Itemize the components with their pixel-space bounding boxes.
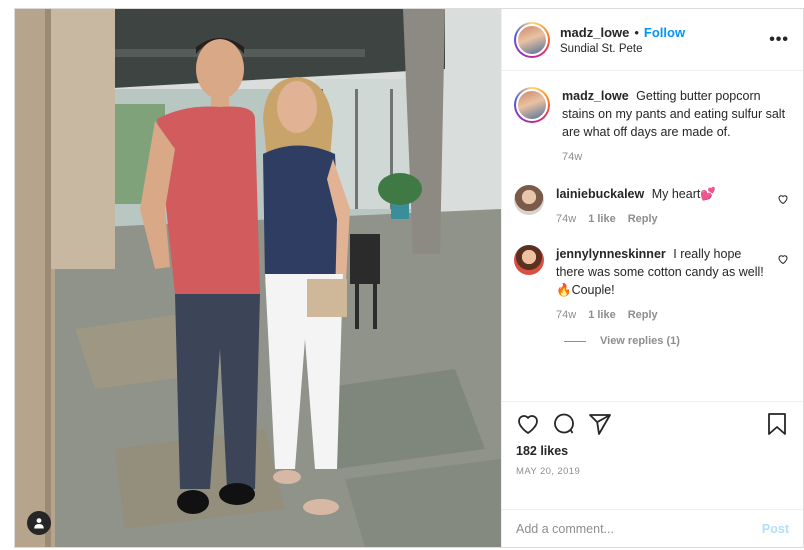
post-date[interactable]: MAY 20, 2019: [516, 466, 789, 477]
comment-time[interactable]: 74w: [556, 213, 576, 225]
add-comment-bar: Post: [502, 509, 803, 547]
comment-username[interactable]: lainiebuckalew: [556, 187, 644, 201]
post-photo[interactable]: [15, 9, 501, 547]
caption-avatar[interactable]: [514, 87, 550, 123]
separator-dot: •: [634, 24, 639, 40]
comment-item: lainiebuckalew My heart💕 74w 1 like Repl…: [514, 185, 789, 225]
comment-text: jennylynneskinner I really hope there wa…: [556, 245, 769, 299]
more-options-icon[interactable]: •••: [769, 31, 789, 49]
comment-input[interactable]: [516, 521, 762, 536]
like-comment-heart-icon[interactable]: [777, 193, 789, 205]
replies-divider-line: [564, 340, 586, 342]
author-info: madz_lowe • Follow Sundial St. Pete: [560, 25, 769, 55]
comment-body: My heart💕: [651, 187, 716, 201]
bookmark-icon[interactable]: [765, 412, 789, 436]
tagged-user-icon[interactable]: [27, 511, 51, 535]
like-comment-heart-icon[interactable]: [777, 253, 789, 265]
share-paper-plane-icon[interactable]: [588, 412, 612, 436]
commenter-avatar[interactable]: [514, 245, 544, 275]
post-header: madz_lowe • Follow Sundial St. Pete •••: [502, 9, 803, 71]
view-replies-button[interactable]: View replies (1): [564, 335, 789, 347]
reply-button[interactable]: Reply: [628, 213, 658, 225]
view-replies-label: View replies (1): [600, 335, 680, 347]
comment-text: lainiebuckalew My heart💕: [556, 185, 769, 203]
comment-meta: 74w 1 like Reply: [556, 309, 769, 321]
comment-likes[interactable]: 1 like: [588, 309, 616, 321]
caption: madz_lowe Getting butter popcorn stains …: [514, 87, 789, 163]
author-avatar[interactable]: [514, 21, 550, 58]
reply-button[interactable]: Reply: [628, 309, 658, 321]
like-heart-icon[interactable]: [516, 412, 540, 436]
person-icon: [34, 518, 44, 529]
comment-meta: 74w 1 like Reply: [556, 213, 769, 225]
post-location[interactable]: Sundial St. Pete: [560, 43, 769, 55]
comment-likes[interactable]: 1 like: [588, 213, 616, 225]
post-sidebar: madz_lowe • Follow Sundial St. Pete ••• …: [501, 9, 803, 547]
comment-item: jennylynneskinner I really hope there wa…: [514, 245, 789, 321]
post-actions: 182 likes MAY 20, 2019: [502, 401, 803, 509]
caption-meta: 74w: [562, 151, 789, 163]
photo-couple-patio: [15, 9, 501, 547]
comment-time[interactable]: 74w: [556, 309, 576, 321]
author-username[interactable]: madz_lowe: [560, 25, 629, 40]
comment-bubble-icon[interactable]: [552, 412, 576, 436]
caption-text: madz_lowe Getting butter popcorn stains …: [562, 87, 789, 141]
caption-time[interactable]: 74w: [562, 151, 582, 163]
follow-button[interactable]: Follow: [644, 25, 685, 40]
comment-username[interactable]: jennylynneskinner: [556, 247, 666, 261]
caption-username[interactable]: madz_lowe: [562, 89, 629, 103]
commenter-avatar[interactable]: [514, 185, 544, 215]
instagram-post: madz_lowe • Follow Sundial St. Pete ••• …: [14, 8, 804, 548]
likes-count[interactable]: 182 likes: [516, 444, 789, 458]
post-comment-button[interactable]: Post: [762, 522, 789, 536]
comments-list: madz_lowe Getting butter popcorn stains …: [502, 71, 803, 401]
